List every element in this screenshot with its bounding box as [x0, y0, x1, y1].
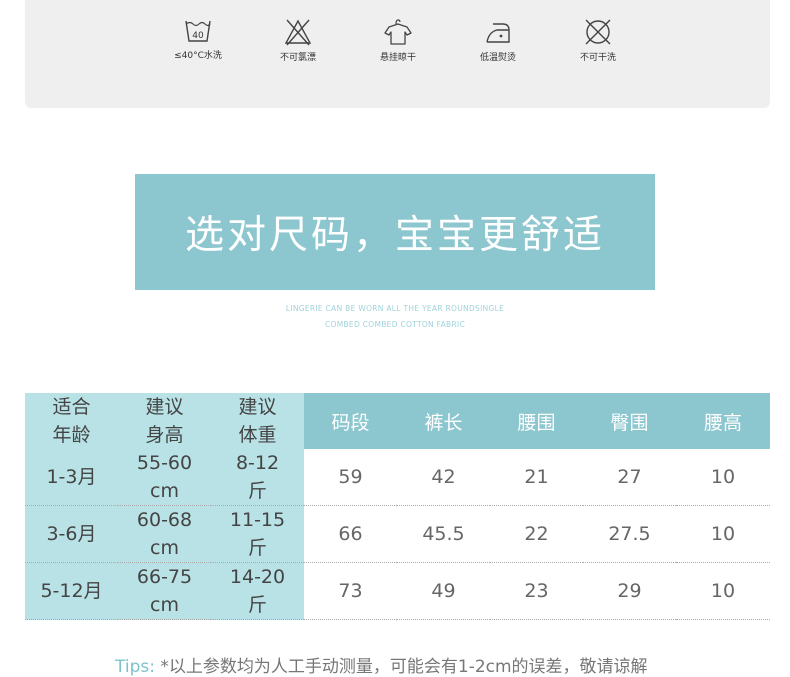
no-dry-clean-icon — [585, 19, 611, 45]
size-banner: 选对尺码，宝宝更舒适 — [135, 174, 655, 290]
cell-height-range: 60-68 — [136, 509, 193, 531]
cell-weight-unit: 斤 — [247, 537, 267, 559]
header-weight: 建议 体重 — [211, 393, 304, 449]
cell-height-range: 66-75 — [136, 566, 193, 588]
cell-weight-range: 11-15 — [229, 509, 286, 531]
care-panel: 40 ≤40°C水洗 不可氯漂 悬挂晾干 低温熨烫 不可干洗 — [25, 0, 770, 108]
wash-40-icon: 40 — [185, 20, 211, 42]
header-size: 码段 — [304, 393, 397, 449]
low-iron-icon — [486, 23, 510, 43]
cell-height-range: 55-60 — [136, 452, 193, 474]
care-label-hang-dry: 悬挂晾干 — [379, 53, 416, 63]
care-item-wash: 40 ≤40°C水洗 — [158, 18, 238, 61]
cell-hip: 29 — [583, 562, 676, 620]
header-age-line2: 年龄 — [52, 424, 91, 446]
care-item-no-bleach: 不可氯漂 — [258, 18, 338, 63]
header-waist-height: 腰高 — [676, 393, 770, 449]
cell-weight: 14-20 斤 — [211, 562, 304, 620]
care-label-low-iron: 低温熨烫 — [479, 53, 516, 63]
wash-temp: 40 — [192, 31, 204, 41]
size-table: 适合年龄 建议身高 建议体重 码段 裤长 腰围 臀围 腰高 1-3月 55-60… — [25, 393, 770, 620]
cell-waist-height: 10 — [676, 562, 770, 620]
cell-pants-length: 45.5 — [397, 505, 490, 563]
no-bleach-icon — [284, 19, 312, 46]
cell-pants-length: 42 — [397, 449, 490, 506]
cell-height: 55-60 cm — [118, 449, 211, 506]
table-row: 5-12月 66-75 cm 14-20 斤 73 49 23 29 10 — [25, 562, 770, 620]
table-row: 1-3月 55-60 cm 8-12 斤 59 42 21 27 10 — [25, 449, 770, 506]
care-item-low-iron: 低温熨烫 — [458, 18, 538, 63]
cell-waist: 23 — [490, 562, 583, 620]
care-label-no-bleach: 不可氯漂 — [279, 53, 316, 63]
banner-title: 选对尺码，宝宝更舒适 — [184, 213, 605, 258]
cell-size: 73 — [304, 562, 397, 620]
tips-label: Tips: — [115, 657, 155, 677]
hang-dry-icon — [384, 19, 412, 45]
banner-subtitle-1: LINGERIE CAN BE WORN ALL THE YEAR ROUNDS… — [285, 304, 505, 313]
cell-weight-unit: 斤 — [247, 480, 267, 502]
header-height-line2: 身高 — [145, 424, 184, 446]
tips-note: Tips: *以上参数均为人工手动测量，可能会有1-2cm的误差，敬请谅解 — [115, 652, 648, 677]
cell-size: 66 — [304, 505, 397, 563]
banner-subtitle-2: COMBED COMBED COTTON FABRIC — [324, 320, 466, 329]
care-item-hang-dry: 悬挂晾干 — [358, 18, 438, 63]
cell-hip: 27.5 — [583, 505, 676, 563]
header-pants-length: 裤长 — [397, 393, 490, 449]
cell-waist: 22 — [490, 505, 583, 563]
cell-age: 1-3月 — [25, 449, 118, 506]
table-header-row: 适合年龄 建议身高 建议体重 码段 裤长 腰围 臀围 腰高 — [25, 393, 770, 449]
cell-height: 66-75 cm — [118, 562, 211, 620]
header-waist: 腰围 — [490, 393, 583, 449]
cell-weight: 11-15 斤 — [211, 505, 304, 563]
cell-height-unit: cm — [150, 537, 179, 559]
header-age: 适合 年龄 — [25, 393, 118, 449]
header-height: 建议 身高 — [118, 393, 211, 449]
cell-age: 3-6月 — [25, 505, 118, 563]
cell-size: 59 — [304, 449, 397, 506]
cell-pants-length: 49 — [397, 562, 490, 620]
cell-waist-height: 10 — [676, 505, 770, 563]
cell-waist: 21 — [490, 449, 583, 506]
care-label-no-dry-clean: 不可干洗 — [579, 53, 616, 63]
cell-weight: 8-12 斤 — [211, 449, 304, 506]
tips-text: *以上参数均为人工手动测量，可能会有1-2cm的误差，敬请谅解 — [160, 657, 648, 677]
header-weight-line1: 建议 — [238, 396, 277, 418]
table-row: 3-6月 60-68 cm 11-15 斤 66 45.5 22 27.5 10 — [25, 505, 770, 563]
cell-height-unit: cm — [150, 480, 179, 502]
cell-age: 5-12月 — [25, 562, 118, 620]
care-label-wash: ≤40°C水洗 — [174, 51, 222, 61]
header-weight-line2: 体重 — [238, 424, 277, 446]
cell-weight-range: 14-20 — [229, 566, 286, 588]
cell-weight-range: 8-12 — [235, 452, 280, 474]
cell-height: 60-68 cm — [118, 505, 211, 563]
header-age-line1: 适合 — [52, 396, 91, 418]
cell-hip: 27 — [583, 449, 676, 506]
care-item-no-dry-clean: 不可干洗 — [558, 18, 638, 63]
header-hip: 臀围 — [583, 393, 676, 449]
header-height-line1: 建议 — [145, 396, 184, 418]
cell-weight-unit: 斤 — [247, 594, 267, 616]
cell-height-unit: cm — [150, 594, 179, 616]
cell-waist-height: 10 — [676, 449, 770, 506]
